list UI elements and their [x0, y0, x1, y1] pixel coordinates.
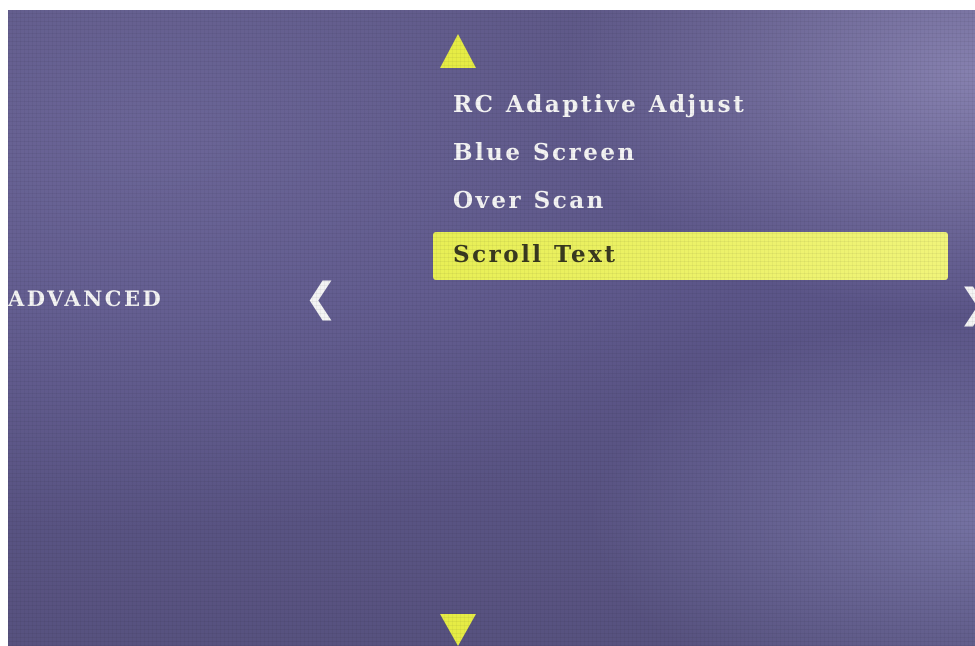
menu-item-scroll-text[interactable]: Scroll Text — [433, 232, 948, 280]
osd-screen: RC Adaptive Adjust Blue Screen Over Scan… — [8, 10, 975, 646]
section-title: ADVANCED — [8, 286, 164, 311]
osd-menu-list: RC Adaptive Adjust Blue Screen Over Scan… — [433, 88, 948, 280]
chevron-left-icon[interactable]: ❮ — [304, 278, 338, 318]
menu-item-blue-screen[interactable]: Blue Screen — [433, 136, 948, 184]
scroll-down-arrow-icon[interactable] — [440, 614, 476, 646]
scroll-up-arrow-icon[interactable] — [440, 34, 476, 68]
menu-item-over-scan[interactable]: Over Scan — [433, 184, 948, 232]
menu-item-rc-adaptive-adjust[interactable]: RC Adaptive Adjust — [433, 88, 948, 136]
chevron-right-icon[interactable]: ❯ — [958, 284, 975, 324]
